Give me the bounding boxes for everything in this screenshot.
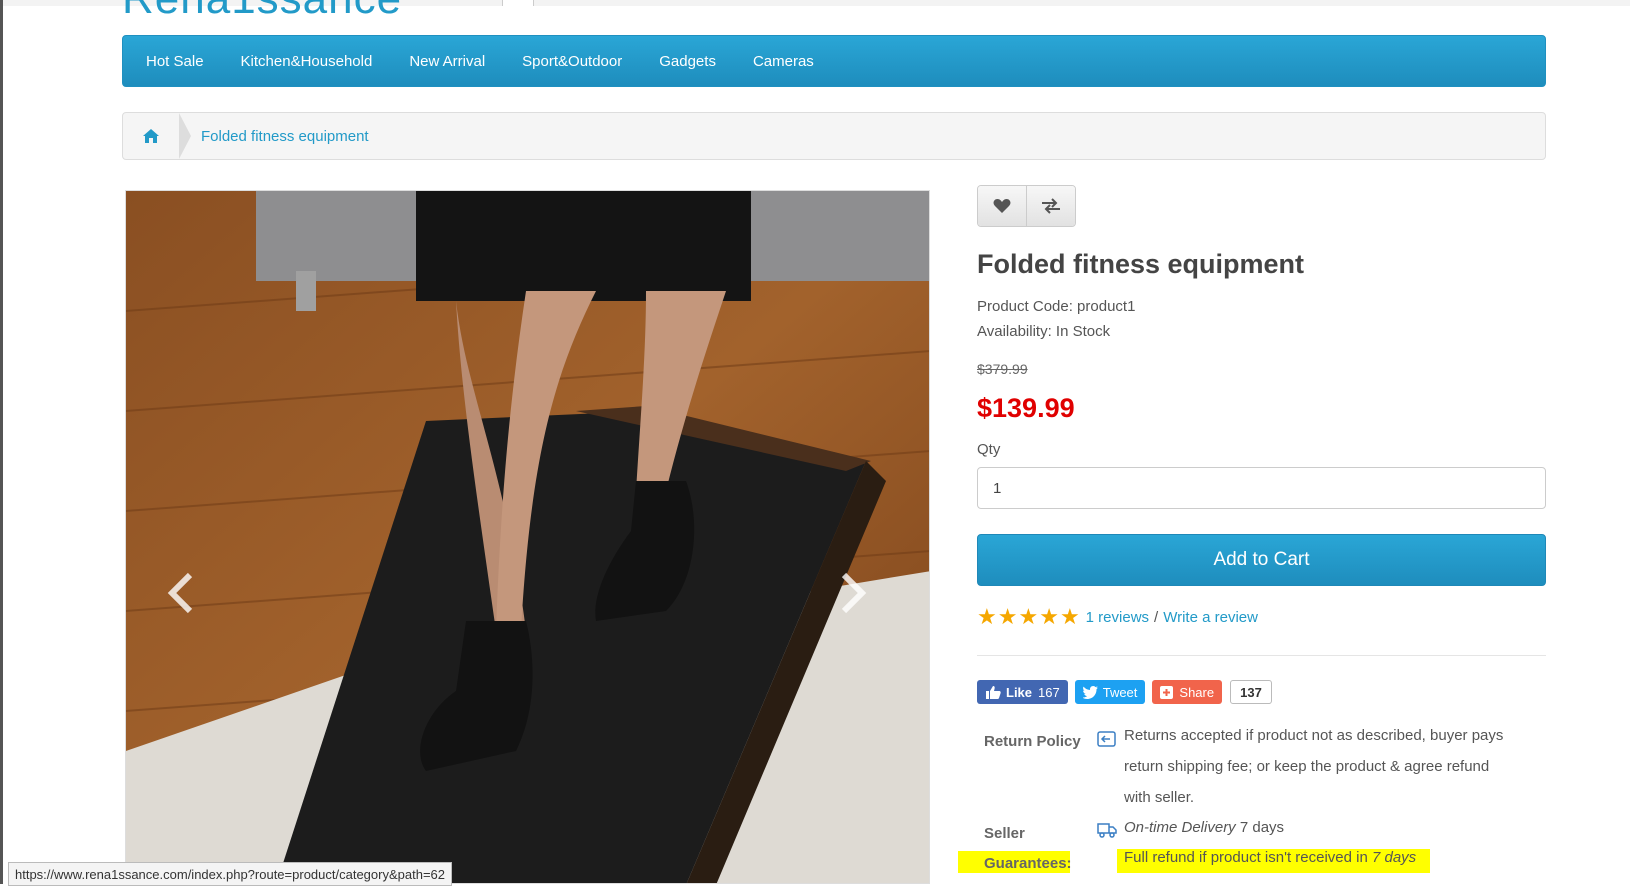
- main-menu: Hot Sale Kitchen&Household New Arrival S…: [122, 35, 1546, 87]
- menu-item-new-arrival[interactable]: New Arrival: [409, 53, 485, 70]
- guarantee-text: Full refund if product isn't received in…: [1124, 842, 1544, 873]
- share-count: 137: [1230, 680, 1272, 704]
- breadcrumb-current[interactable]: Folded fitness equipment: [201, 128, 369, 145]
- seller-label: Seller: [984, 825, 1025, 842]
- wishlist-button[interactable]: [978, 186, 1026, 226]
- breadcrumb-home[interactable]: [123, 113, 191, 159]
- guarantee-main: Full refund if product isn't received in: [1124, 849, 1372, 866]
- carousel-prev-icon[interactable]: [166, 571, 196, 615]
- compare-button[interactable]: [1026, 186, 1075, 226]
- add-to-cart-button[interactable]: Add to Cart: [977, 534, 1546, 586]
- header-divider: [502, 0, 534, 6]
- return-policy-label: Return Policy: [984, 733, 1081, 750]
- old-price: $379.99: [977, 361, 1028, 377]
- menu-item-kitchen-household[interactable]: Kitchen&Household: [241, 53, 373, 70]
- qty-label: Qty: [977, 441, 1001, 458]
- site-logo[interactable]: Rena1ssance: [122, 0, 402, 24]
- divider: [977, 655, 1546, 656]
- star-icon: ★: [1039, 604, 1059, 629]
- product-action-buttons: [977, 185, 1076, 227]
- write-review-link[interactable]: Write a review: [1163, 609, 1258, 626]
- menu-item-gadgets[interactable]: Gadgets: [659, 53, 716, 70]
- tweet-label: Tweet: [1102, 684, 1138, 700]
- product-code: Product Code: product1: [977, 298, 1136, 315]
- twitter-bird-icon: [1082, 685, 1098, 699]
- rating-row: ★ ★ ★ ★ ★ 1 reviews / Write a review: [977, 604, 1258, 629]
- star-icon: ★: [1018, 604, 1039, 629]
- product-image-carousel[interactable]: [125, 190, 930, 884]
- like-label: Like: [1006, 684, 1033, 700]
- thumbs-up-icon: [986, 686, 1001, 699]
- heart-icon: [993, 199, 1011, 213]
- product-photo: [126, 191, 929, 883]
- social-share-bar: Like 167 Tweet Share 137: [977, 680, 1272, 704]
- review-separator: /: [1154, 608, 1159, 626]
- share-label: Share: [1179, 684, 1215, 700]
- guarantees-label: Guarantees:: [984, 855, 1072, 872]
- return-icon: [1097, 731, 1116, 747]
- star-icon: ★: [997, 604, 1018, 629]
- product-availability: Availability: In Stock: [977, 323, 1111, 340]
- qty-input[interactable]: [977, 467, 1546, 509]
- guarantee-days: 7 days: [1371, 849, 1417, 866]
- reviews-link[interactable]: 1 reviews: [1086, 609, 1149, 626]
- seller-text: On-time Delivery 7 days: [1124, 812, 1524, 843]
- exchange-icon: [1042, 198, 1060, 214]
- tweet-button[interactable]: Tweet: [1074, 680, 1146, 704]
- menu-item-hot-sale[interactable]: Hot Sale: [146, 53, 204, 70]
- share-button[interactable]: Share: [1152, 680, 1223, 704]
- breadcrumb: Folded fitness equipment: [122, 112, 1546, 160]
- menu-item-cameras[interactable]: Cameras: [753, 53, 814, 70]
- star-icon: ★: [1059, 604, 1080, 629]
- return-policy-text: Returns accepted if product not as descr…: [1124, 727, 1504, 806]
- delivery-days: 7 days: [1235, 819, 1285, 836]
- product-title: Folded fitness equipment: [977, 249, 1305, 279]
- window-edge: [0, 0, 3, 884]
- delivery-truck-icon: [1097, 823, 1117, 838]
- star-icon: ★: [977, 604, 997, 629]
- home-icon: [143, 129, 159, 143]
- on-time-delivery-text: On-time Delivery: [1124, 819, 1236, 836]
- facebook-like-button[interactable]: Like 167: [977, 680, 1068, 704]
- plus-square-icon: [1160, 685, 1174, 699]
- browser-status-bar: https://www.rena1ssance.com/index.php?ro…: [8, 862, 452, 886]
- menu-item-sport-outdoor[interactable]: Sport&Outdoor: [522, 53, 622, 70]
- like-count: 167: [1038, 684, 1060, 700]
- carousel-next-icon[interactable]: [838, 571, 868, 615]
- current-price: $139.99: [977, 393, 1075, 423]
